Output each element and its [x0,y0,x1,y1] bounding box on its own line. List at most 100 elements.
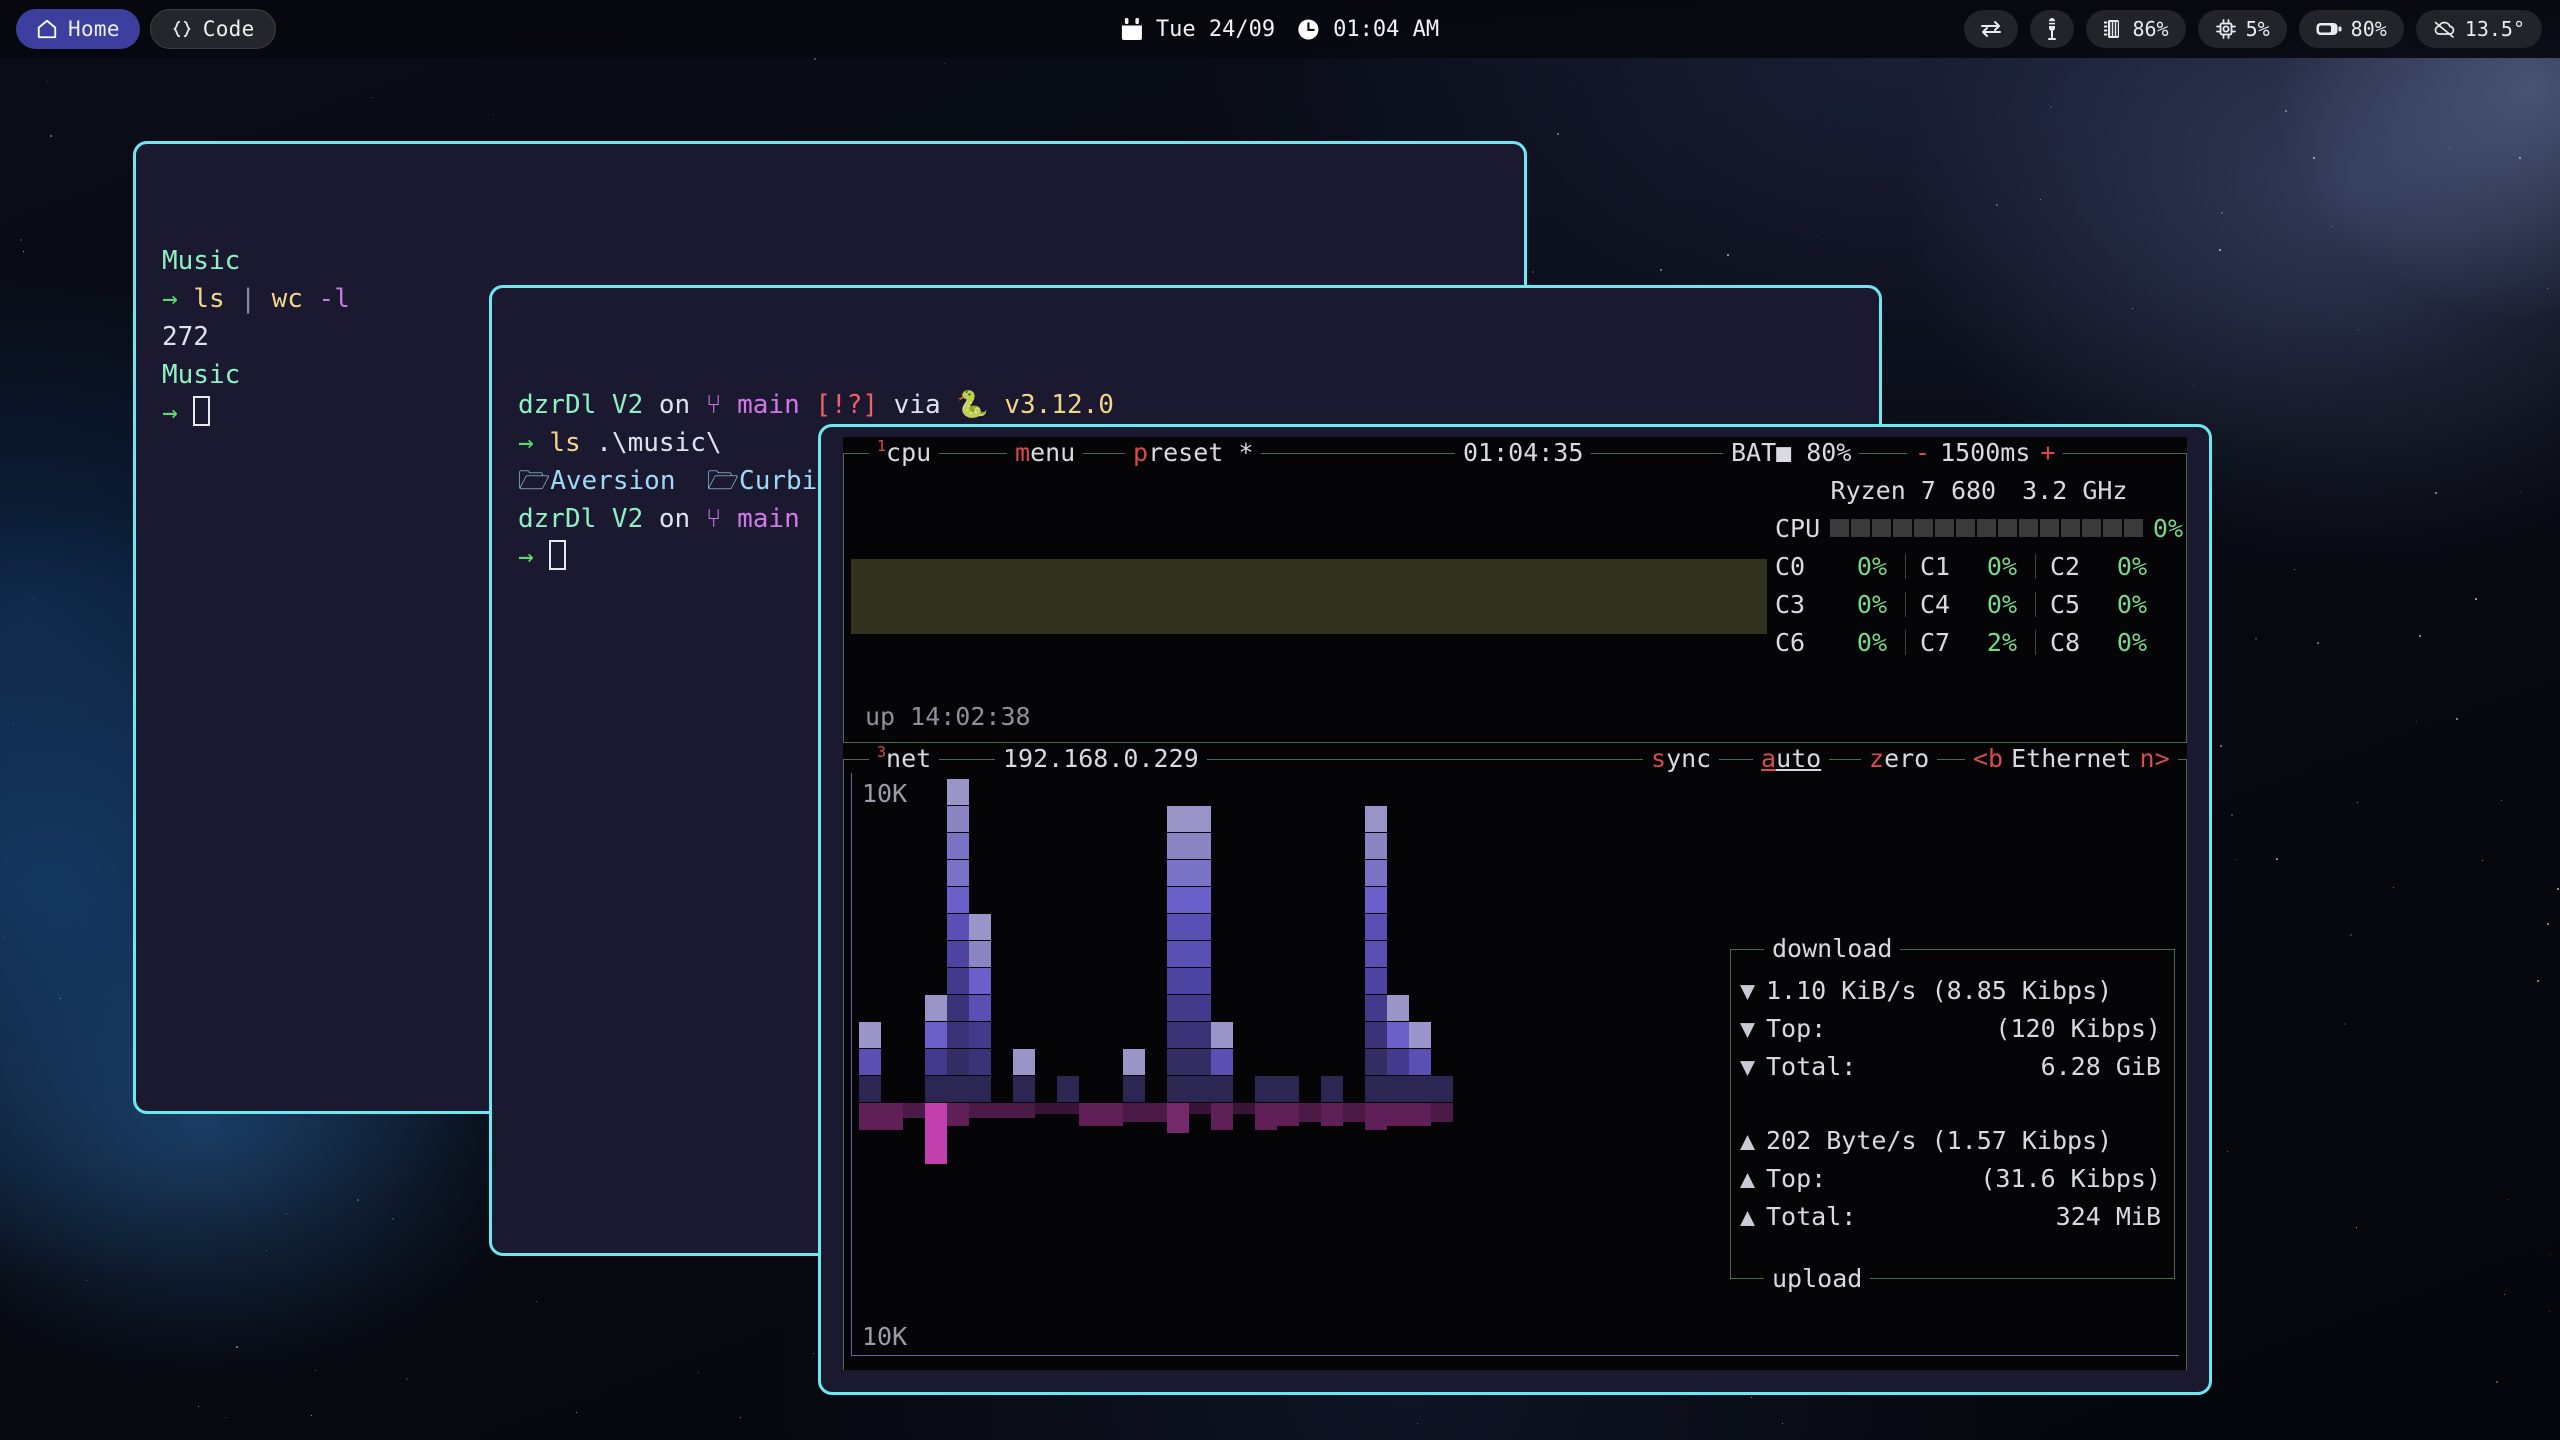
download-section-label: download [1764,934,1900,964]
net-interface-selector[interactable]: <bEthernetn> [1965,744,2178,774]
cpu-core-row: C00%C10%C20% [1775,547,2183,585]
upload-arrow-icon: ▲ [1740,1204,1766,1229]
terminal-text: on [643,390,706,420]
upload-arrow-icon: ▲ [1740,1166,1766,1191]
cpu-core-pct: 0% [1857,592,1887,617]
terminal-text: ls [549,428,580,458]
download-arrow-icon: ▼ [1740,1054,1766,1079]
terminal-text: 🗁 [707,466,739,496]
cpu-core-cell: C20% [2035,554,2147,579]
cpu-preset-button[interactable]: preset * [1125,438,1261,468]
iface-next-button[interactable]: n> [2140,744,2170,774]
battery-indicator[interactable]: 80% [2299,10,2404,48]
auto-hotkey: a [1761,744,1776,774]
cpu-core-row: C60%C72%C80% [1775,623,2183,661]
btop-cpu-panel: 1cpu menu preset * 01:04:35 BAT■ 80% -15… [843,453,2187,743]
cpu-core-pct: 0% [1857,630,1887,655]
terminal-cursor [193,396,210,426]
upload-top-row: ▲ Top: (31.6 Kibps) [1730,1159,2175,1197]
net-zero-button[interactable]: zero [1861,744,1937,774]
cpu-core-pct: 0% [2117,592,2147,617]
cpu-total-label: CPU [1775,516,1820,541]
net-panel-title-text: net [886,744,931,774]
cpu-chip-icon [2215,18,2237,40]
iface-name: Ethernet [2003,744,2139,774]
update-interval-value: 1500ms [1930,438,2040,468]
date-widget[interactable]: Tue 24/09 [1121,17,1275,42]
cpu-core-cell: C80% [2035,630,2147,655]
sync-label: ync [1666,744,1711,774]
system-uptime: up 14:02:38 [865,704,1031,729]
cpu-core-cell: C50% [2035,592,2147,617]
memory-value: 86% [2132,17,2168,41]
terminal-text: 🗁 [518,466,550,496]
memory-indicator[interactable]: 86% [2086,10,2185,48]
cpu-core-pct: 0% [1987,554,2017,579]
cpu-core-pct: 0% [1987,592,2017,617]
terminal-text: via [878,390,956,420]
cpu-core-pct: 2% [1987,630,2017,655]
workspace-button-home[interactable]: Home [16,9,140,49]
terminal-text: → [162,284,193,314]
download-total-label: Total: [1766,1054,1916,1079]
topbar-right-group: 86% 5% 80% [1964,10,2542,48]
download-top-value: (120 Kibps) [1916,1016,2161,1041]
topbar-center-group: Tue 24/09 01:04 AM [1121,17,1439,42]
terminal-text: | [225,284,272,314]
cpu-core-pct: 0% [2117,554,2147,579]
terminal-text: → [518,428,549,458]
menu-label: enu [1030,438,1075,468]
clock-widget[interactable]: 01:04 AM [1297,17,1439,42]
net-ip-text: 192.168.0.229 [1003,744,1199,774]
net-stats-block: download upload ▼ 1.10 KiB/s (8.85 Kibps… [1730,949,2175,1279]
cpu-total-pct: 0% [2153,516,2183,541]
terminal-text: → [518,542,549,572]
terminal-cursor [549,540,566,570]
terminal-text: 272 [162,322,209,352]
cpu-value: 5% [2246,17,2270,41]
topbar-left-group: Home Code [0,9,276,49]
time-text: 01:04 AM [1333,17,1439,42]
upload-total-row: ▲ Total: 324 MiB [1730,1197,2175,1235]
cpu-model-name: Ryzen 7 680 [1831,478,1997,503]
preset-label: reset * [1148,438,1253,468]
btop-clock: 01:04:35 [1455,438,1591,468]
terminal-window-btop[interactable]: 1cpu menu preset * 01:04:35 BAT■ 80% -15… [818,424,2212,1395]
net-panel-title[interactable]: 3net [869,744,939,774]
terminal-line: Music [162,242,1498,280]
update-interval-group[interactable]: -1500ms+ [1907,438,2063,468]
iface-prev-button[interactable]: <b [1973,744,2003,774]
net-auto-button[interactable]: auto [1753,744,1829,774]
cpu-core-name: C8 [2050,630,2080,655]
upload-rate-row: ▲ 202 Byte/s (1.57 Kibps) [1730,1121,2175,1159]
workspace-button-code[interactable]: Code [150,9,276,49]
update-decrease-button[interactable]: - [1915,438,1930,468]
microphone-indicator[interactable] [2030,10,2074,48]
cpu-core-cell: C40% [1905,592,2017,617]
cpu-menu-button[interactable]: menu [1007,438,1083,468]
auto-label: uto [1776,744,1821,774]
network-transfer-indicator[interactable] [1964,10,2018,48]
cpu-total-bar [1830,519,2143,537]
cpu-model-row: Ryzen 7 680 3.2 GHz [1775,471,2183,509]
cpu-core-name: C1 [1920,554,1950,579]
cpu-core-pct: 0% [1857,554,1887,579]
swap-arrows-icon [1979,19,2003,39]
terminal-text: .\music\ [581,428,722,458]
cpu-panel-title[interactable]: 1cpu [869,438,939,468]
clock-icon [1297,18,1320,41]
weather-indicator[interactable]: 13.5° [2416,10,2542,48]
net-sync-button[interactable]: sync [1643,744,1719,774]
update-increase-button[interactable]: + [2040,438,2055,468]
terminal-text: ⑂ [706,504,722,534]
cpu-core-cell: C60% [1775,630,1887,655]
terminal-text: → [162,398,193,428]
home-icon [36,18,58,40]
cpu-indicator[interactable]: 5% [2198,10,2287,48]
battery-value: 80% [2351,17,2387,41]
workspace-label-home: Home [68,17,120,41]
upload-arrow-icon: ▲ [1740,1128,1766,1153]
btop-battery-text: BAT■ 80% [1731,438,1851,468]
preset-hotkey: p [1133,438,1148,468]
cpu-panel-title-text: cpu [886,438,931,468]
